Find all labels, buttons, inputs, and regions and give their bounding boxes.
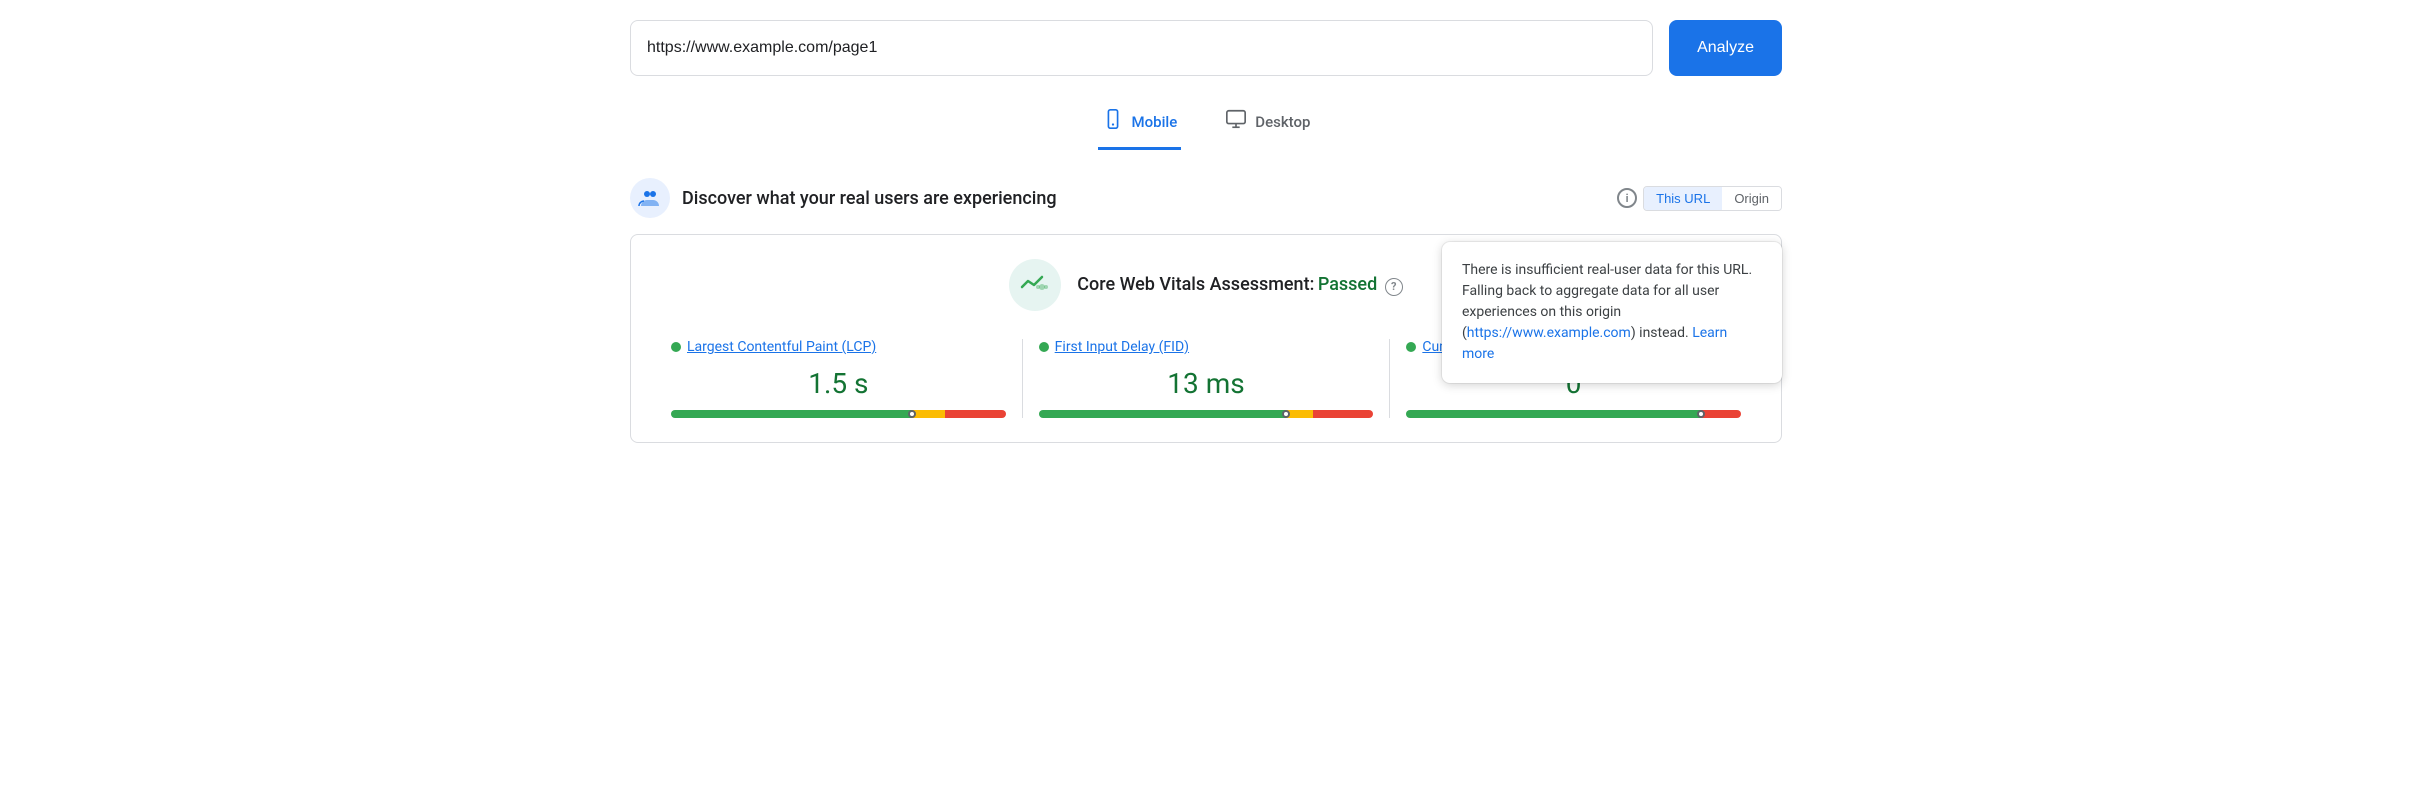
url-input[interactable] — [630, 20, 1653, 76]
tabs-row: Mobile Desktop — [630, 100, 1782, 150]
metric-lcp-bar-orange — [912, 410, 945, 418]
desktop-icon — [1225, 108, 1247, 135]
metric-cls-bar — [1406, 410, 1741, 418]
section-avatar — [630, 178, 670, 218]
tab-desktop[interactable]: Desktop — [1221, 100, 1314, 150]
section-title-group: Discover what your real users are experi… — [630, 178, 1057, 218]
metric-cls-dot — [1406, 342, 1416, 352]
url-toggle-group: i This URL Origin There is insufficient … — [1617, 186, 1782, 211]
toggle-this-url[interactable]: This URL — [1644, 187, 1722, 210]
metric-fid-dot — [1039, 342, 1049, 352]
metric-lcp-label-row: Largest Contentful Paint (LCP) — [671, 339, 1006, 355]
url-bar-row: Analyze — [630, 20, 1782, 76]
toggle-group: This URL Origin — [1643, 186, 1782, 211]
toggle-origin[interactable]: Origin — [1722, 187, 1781, 210]
metric-lcp-marker — [908, 410, 916, 418]
metric-cls-bar-red — [1701, 410, 1741, 418]
metric-fid-bar-red — [1313, 410, 1373, 418]
section-header: Discover what your real users are experi… — [630, 178, 1782, 218]
info-icon[interactable]: i — [1617, 188, 1637, 208]
cwv-icon — [1009, 259, 1061, 311]
metric-lcp-bar-green — [671, 410, 912, 418]
mobile-icon — [1102, 108, 1124, 135]
metric-fid-value: 13 ms — [1039, 367, 1374, 400]
cwv-status: Passed — [1318, 274, 1377, 295]
metric-fid: First Input Delay (FID) 13 ms — [1023, 339, 1391, 418]
metric-lcp-value: 1.5 s — [671, 367, 1006, 400]
metric-fid-bar-green — [1039, 410, 1287, 418]
metric-lcp: Largest Contentful Paint (LCP) 1.5 s — [655, 339, 1023, 418]
analyze-button[interactable]: Analyze — [1669, 20, 1782, 76]
tab-mobile[interactable]: Mobile — [1098, 100, 1182, 150]
cwv-title-group: Core Web Vitals Assessment: Passed ? — [1077, 274, 1402, 295]
tab-desktop-label: Desktop — [1255, 113, 1310, 131]
metric-lcp-dot — [671, 342, 681, 352]
metric-fid-bar — [1039, 410, 1374, 418]
cwv-title: Core Web Vitals Assessment: — [1077, 274, 1314, 295]
metric-fid-label-row: First Input Delay (FID) — [1039, 339, 1374, 355]
cwv-help-icon[interactable]: ? — [1385, 278, 1403, 296]
metric-fid-marker — [1282, 410, 1290, 418]
metric-cls-bar-green — [1406, 410, 1701, 418]
tooltip-popup: There is insufficient real-user data for… — [1442, 242, 1782, 383]
tooltip-link[interactable]: https://www.example.com — [1467, 325, 1631, 341]
metric-fid-label[interactable]: First Input Delay (FID) — [1055, 339, 1189, 355]
section-title: Discover what your real users are experi… — [682, 188, 1057, 209]
metric-cls-marker — [1697, 410, 1705, 418]
metric-lcp-bar-red — [945, 410, 1005, 418]
tooltip-text-after: ) instead. — [1631, 325, 1689, 341]
metric-lcp-label[interactable]: Largest Contentful Paint (LCP) — [687, 339, 876, 355]
metric-lcp-bar — [671, 410, 1006, 418]
metric-fid-bar-orange — [1286, 410, 1313, 418]
tab-mobile-label: Mobile — [1132, 113, 1178, 131]
